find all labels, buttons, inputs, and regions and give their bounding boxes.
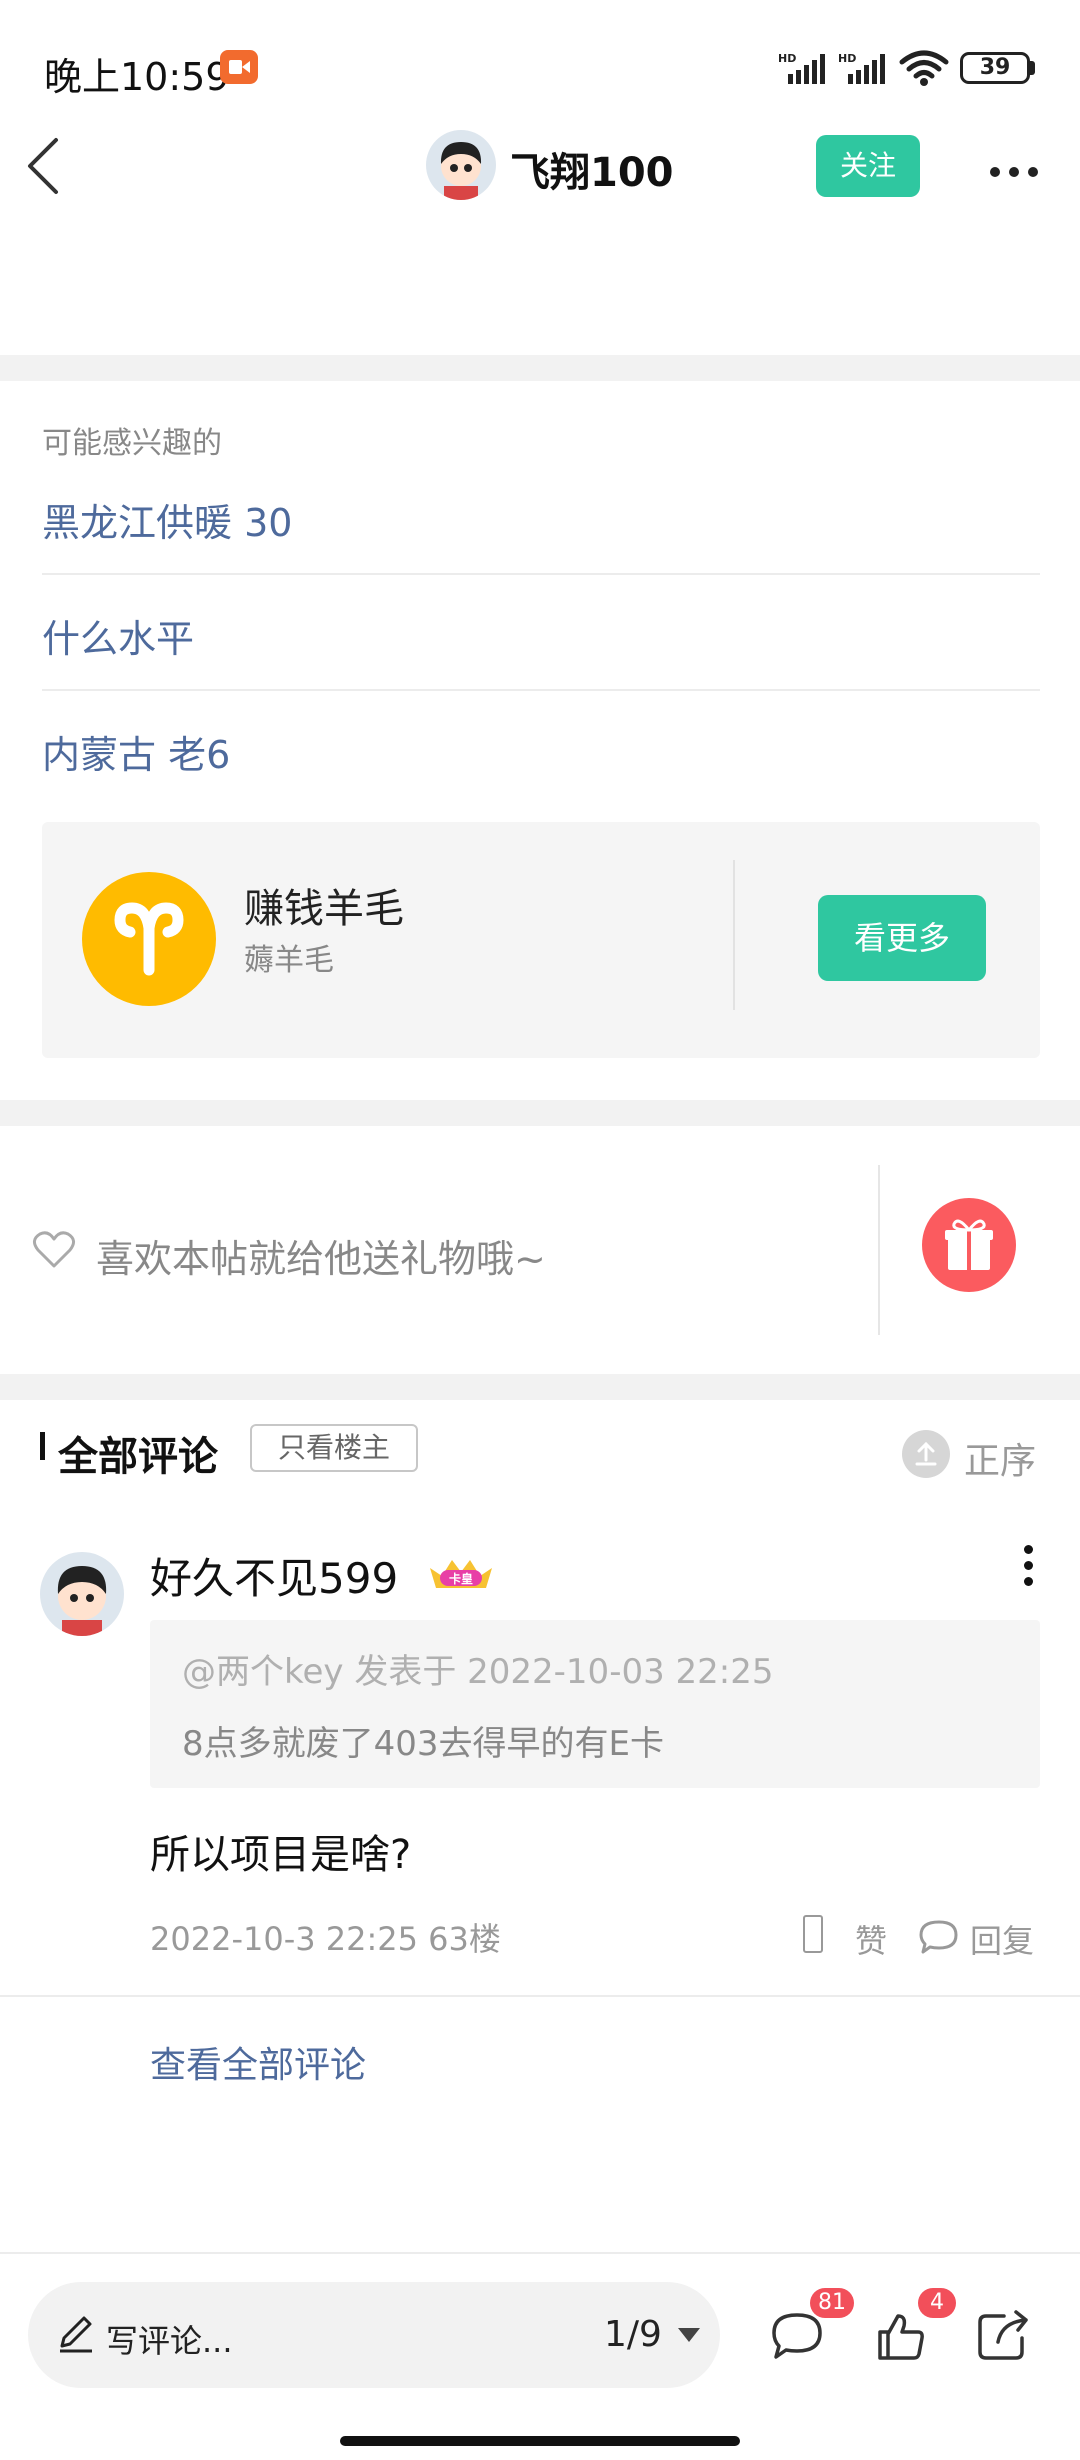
row-divider [42,689,1040,691]
heart-icon[interactable] [32,1230,76,1274]
aries-icon [82,872,216,1006]
back-icon[interactable] [24,136,64,200]
sort-label[interactable]: 正序 [964,1432,1036,1484]
comments-title: 全部评论 [58,1434,218,1480]
comment-count-badge: 81 [810,2288,854,2318]
author-avatar[interactable] [426,130,496,200]
gift-prompt: 喜欢本帖就给他送礼物哦~ [96,1237,546,1281]
quote-meta: @两个key 发表于 2022-10-03 22:25 [182,1652,774,1692]
comment-input-placeholder[interactable]: 写评论... [106,2316,233,2362]
like-icon[interactable] [803,1915,823,1953]
circle-subtitle: 薅羊毛 [244,943,334,978]
section-divider [0,1100,1080,1126]
home-indicator[interactable] [340,2436,740,2446]
crown-badge: 卡皇 [426,1556,496,1596]
reply-label[interactable]: 回复 [970,1916,1034,1962]
interest-item[interactable]: 黑龙江供暖 30 [42,492,292,547]
commenter-avatar[interactable] [40,1552,124,1636]
op-only-button[interactable]: 只看楼主 [250,1424,418,1472]
follow-button[interactable]: 关注 [816,135,920,197]
comments-icon[interactable] [770,2310,824,2364]
comment-meta: 2022-10-3 22:25 63楼 [150,1920,501,1958]
circle-title: 赚钱羊毛 [244,886,404,932]
badge-label: 卡皇 [449,1571,473,1586]
comment-more-icon[interactable] [1024,1545,1033,1593]
reply-icon[interactable] [918,1918,960,1960]
page-indicator[interactable]: 1/9 [604,2314,662,2355]
comments-marker [40,1432,45,1460]
gift-icon [945,1219,993,1270]
view-all-comments-link[interactable]: 查看全部评论 [150,2036,366,2088]
interest-item[interactable]: 什么水平 [42,608,194,663]
see-more-button[interactable]: 看更多 [818,895,986,981]
interest-caption: 可能感兴趣的 [42,426,222,461]
interest-item[interactable]: 内蒙古 老6 [42,724,230,779]
like-count-badge: 4 [918,2288,956,2318]
card-divider [733,860,735,1010]
wifi-icon [898,48,950,92]
sort-icon[interactable] [902,1430,950,1478]
page-title: 飞翔100 [510,150,674,196]
screen-record-icon [220,50,258,84]
chevron-down-icon[interactable] [676,2326,702,2348]
network-label: HD [778,52,796,65]
battery-icon: 39 [960,52,1030,84]
section-divider [0,1374,1080,1400]
gift-divider [878,1165,880,1335]
row-divider [0,1995,1080,1997]
row-divider [42,573,1040,575]
quote-text: 8点多就废了403去得早的有E卡 [182,1724,665,1764]
thumbs-up-icon[interactable] [876,2312,926,2366]
bottom-bar-divider [0,2252,1080,2254]
gift-button[interactable] [922,1198,1016,1292]
network-label: HD [838,52,856,65]
pencil-icon [56,2314,96,2358]
battery-tip [1030,61,1035,75]
more-options-icon[interactable] [990,162,1047,181]
comment-body: 所以项目是啥? [150,1832,412,1878]
share-icon[interactable] [976,2308,1032,2366]
like-label[interactable]: 赞 [855,1916,887,1962]
commenter-name[interactable]: 好久不见599 [150,1545,398,1606]
section-divider [0,355,1080,381]
status-time: 晚上10:59 [44,55,230,99]
